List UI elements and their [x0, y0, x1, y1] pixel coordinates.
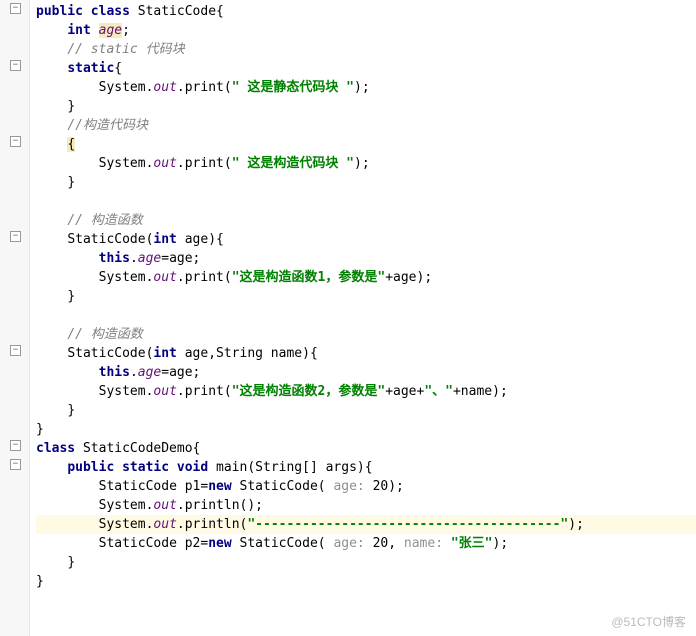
code-line: static{	[36, 59, 696, 78]
code-line: System.out.print(" 这是构造代码块 ");	[36, 154, 696, 173]
code-line: System.out.print(" 这是静态代码块 ");	[36, 78, 696, 97]
code-line: int age;	[36, 21, 696, 40]
fold-icon[interactable]: −	[10, 459, 21, 470]
code-line: }	[36, 173, 696, 192]
fold-icon[interactable]: −	[10, 60, 21, 71]
fold-icon[interactable]: −	[10, 3, 21, 14]
fold-icon[interactable]: −	[10, 231, 21, 242]
code-line: StaticCode p1=new StaticCode( age: 20);	[36, 477, 696, 496]
code-line: // 构造函数	[36, 211, 696, 230]
code-line: StaticCode(int age){	[36, 230, 696, 249]
code-line: StaticCode p2=new StaticCode( age: 20, n…	[36, 534, 696, 553]
fold-icon[interactable]: −	[10, 136, 21, 147]
code-line: public static void main(String[] args){	[36, 458, 696, 477]
code-line: public class StaticCode{	[36, 2, 696, 21]
watermark: @51CTO博客	[611, 613, 686, 630]
code-line: }	[36, 420, 696, 439]
fold-icon[interactable]: −	[10, 345, 21, 356]
code-line: System.out.println();	[36, 496, 696, 515]
fold-icon[interactable]: −	[10, 440, 21, 451]
code-area[interactable]: public class StaticCode{ int age; // sta…	[30, 0, 696, 636]
code-line: }	[36, 553, 696, 572]
code-line: }	[36, 287, 696, 306]
code-line: // 构造函数	[36, 325, 696, 344]
code-line: class StaticCodeDemo{	[36, 439, 696, 458]
code-line: System.out.print("这是构造函数1，参数是"+age);	[36, 268, 696, 287]
code-line: {	[36, 135, 696, 154]
code-line: }	[36, 401, 696, 420]
code-editor: − − − − − − − public class StaticCode{ i…	[0, 0, 696, 636]
code-line: this.age=age;	[36, 363, 696, 382]
code-line	[36, 192, 696, 211]
code-line: }	[36, 97, 696, 116]
code-line: // static 代码块	[36, 40, 696, 59]
code-line: //构造代码块	[36, 116, 696, 135]
code-line: }	[36, 572, 696, 591]
code-line	[36, 306, 696, 325]
code-line: StaticCode(int age,String name){	[36, 344, 696, 363]
gutter: − − − − − − −	[0, 0, 30, 636]
code-line: this.age=age;	[36, 249, 696, 268]
code-line: System.out.println("--------------------…	[36, 515, 696, 534]
code-line: System.out.print("这是构造函数2，参数是"+age+"、"+n…	[36, 382, 696, 401]
